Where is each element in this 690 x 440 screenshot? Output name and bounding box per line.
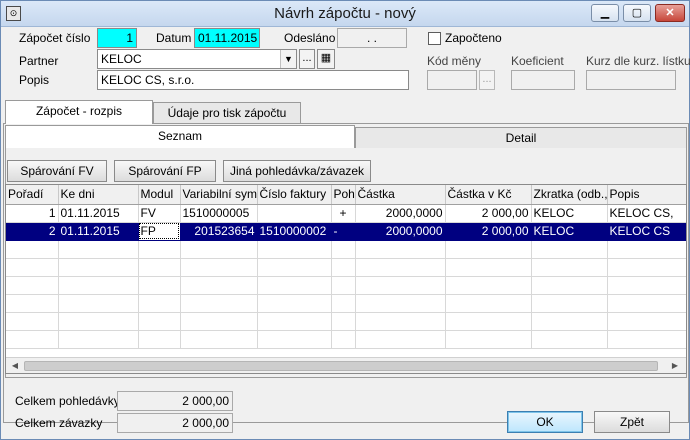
zapocet-cislo-label: Zápočet číslo [19,31,91,45]
column-header[interactable]: Variabilní sym [180,185,258,205]
table-cell[interactable]: + [331,204,356,223]
table-cell[interactable]: 1510000002 [257,222,332,241]
maximize-button[interactable]: ▢ [623,4,651,22]
horizontal-scrollbar[interactable]: ◀ ▶ [6,357,686,373]
column-header[interactable]: Pořadí [6,185,59,205]
kod-meny-field [427,70,477,90]
table-cell[interactable]: KELOC CS, [607,204,686,223]
zapocet-cislo-field[interactable]: 1 [97,28,137,48]
empty-row [6,312,686,331]
ok-button[interactable]: OK [507,411,583,433]
datum-field[interactable]: 01.11.2015 [194,28,260,48]
items-grid[interactable]: Pořadí Ke dni Modul Variabilní sym Číslo… [5,184,687,374]
kurz-label: Kurz dle kurz. lístku [586,54,690,68]
column-header[interactable]: Částka v Kč [445,185,532,205]
table-cell[interactable]: 2 [6,222,59,241]
table-cell[interactable]: KELOC CS [607,222,686,241]
table-cell[interactable]: 1510000005 [180,204,258,223]
close-icon: ✕ [665,7,675,19]
zpet-button[interactable]: Zpět [594,411,670,433]
odeslano-label: Odesláno [284,31,336,45]
scroll-right-icon[interactable]: ▶ [668,360,682,372]
column-header[interactable]: Ke dni [58,185,139,205]
odeslano-field: . . [337,28,407,48]
celkem-pohledavky-field: 2 000,00 [117,391,233,411]
celkem-pohledavky-label: Celkem pohledávky [15,394,120,408]
scrollbar-thumb[interactable] [24,361,658,371]
jina-pohledavka-button[interactable]: Jiná pohledávka/závazek [223,160,371,182]
koeficient-label: Koeficient [511,54,564,68]
table-cell[interactable]: 2000,0000 [355,204,446,223]
table-row[interactable]: 1 01.11.2015 FV 1510000005 + 2000,0000 2… [6,204,686,223]
table-cell[interactable]: 01.11.2015 [58,222,139,241]
column-header[interactable]: Částka [355,185,446,205]
minimize-icon: ▁ [600,7,610,19]
column-header[interactable]: Popis [607,185,686,205]
chevron-down-icon[interactable]: ▼ [280,50,296,68]
close-button[interactable]: ✕ [655,4,685,22]
popis-field[interactable]: KELOC CS, s.r.o. [97,70,409,90]
empty-row [6,330,686,349]
popis-label: Popis [19,73,50,87]
partner-value: KELOC [101,52,142,66]
celkem-zavazky-field: 2 000,00 [117,413,233,433]
datum-label: Datum [156,31,192,45]
tab-detail[interactable]: Detail [355,127,687,148]
zapocteno-label: Započteno [445,31,502,45]
empty-row [6,294,686,313]
maximize-icon: ▢ [631,7,643,19]
kurz-field [586,70,676,90]
sparovani-fp-button[interactable]: Spárování FP [114,160,216,182]
zapocteno-checkbox[interactable] [428,32,441,45]
table-cell[interactable]: 2000,0000 [355,222,446,241]
partner-combo[interactable]: KELOC [97,49,297,69]
table-cell[interactable]: - [331,222,356,241]
minimize-button[interactable]: ▁ [591,4,619,22]
table-row-selected[interactable]: 2 01.11.2015 FP 201523654 1510000002 - 2… [6,222,686,241]
dialog-window: ⊙ Návrh zápočtu - nový ▁ ▢ ✕ Zápočet čís… [0,0,690,440]
table-cell[interactable]: 2 000,00 [445,222,532,241]
celkem-zavazky-label: Celkem závazky [15,416,103,430]
table-cell[interactable]: 201523654 [180,222,258,241]
empty-row [6,276,686,295]
table-cell[interactable]: 1 [6,204,59,223]
empty-row [6,240,686,259]
table-cell[interactable]: KELOC [531,222,608,241]
kod-meny-browse-button: ... [479,70,495,90]
column-header[interactable]: Modul [138,185,181,205]
sparovani-fv-button[interactable]: Spárování FV [7,160,107,182]
partner-label: Partner [19,54,59,68]
partner-browse-button[interactable]: ... [299,49,315,69]
column-header[interactable]: Poh [331,185,356,205]
column-header[interactable]: Zkratka (odb., [531,185,608,205]
table-cell[interactable]: FV [138,204,181,223]
table-cell[interactable]: KELOC [531,204,608,223]
kod-meny-label: Kód měny [427,54,482,68]
table-cell[interactable]: 01.11.2015 [58,204,139,223]
window-title: Návrh zápočtu - nový [274,5,416,22]
tab-seznam[interactable]: Seznam [5,125,355,148]
tab-udaje-pro-tisk[interactable]: Údaje pro tisk zápočtu [153,102,301,124]
tab-zapocet-rozpis[interactable]: Zápočet - rozpis [5,100,153,124]
empty-row [6,258,686,277]
scroll-left-icon[interactable]: ◀ [8,360,22,372]
koeficient-field [511,70,575,90]
table-cell-current[interactable]: FP [138,222,181,241]
calendar-icon[interactable]: ▦ [317,49,335,69]
title-bar[interactable]: ⊙ Návrh zápočtu - nový ▁ ▢ ✕ [1,1,689,27]
table-cell[interactable]: 2 000,00 [445,204,532,223]
table-cell[interactable] [257,204,332,223]
column-header[interactable]: Číslo faktury [257,185,332,205]
